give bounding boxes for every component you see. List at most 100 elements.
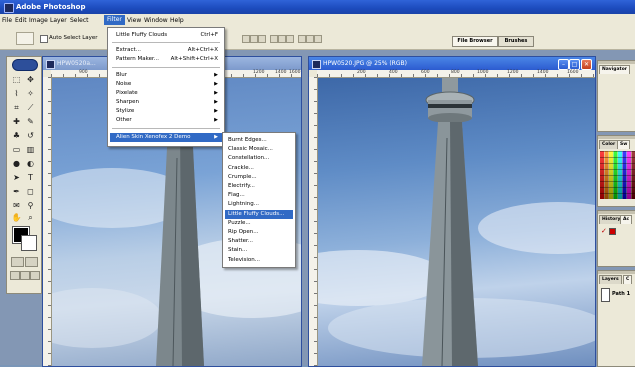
tab-actions[interactable]: Ac [620, 215, 633, 224]
xenofex-menu-item[interactable]: Stain... [228, 246, 289, 255]
xenofex-menu-item[interactable]: Crumple... [228, 173, 289, 182]
menu-item-stylize[interactable]: Stylize ▶ [116, 107, 218, 116]
menu-image[interactable]: Image [29, 17, 48, 24]
xenofex-menu-item[interactable]: Lightning... [228, 200, 289, 209]
palette-titlebar[interactable] [598, 61, 635, 64]
auto-select-checkbox[interactable] [40, 35, 48, 43]
distribute-icon[interactable] [270, 35, 278, 43]
tab-swatches[interactable]: Sw [617, 140, 631, 149]
swatch-grid[interactable] [600, 151, 635, 199]
xenofex-menu-item[interactable]: Burnt Edges... [228, 136, 289, 145]
minimize-icon[interactable]: – [558, 59, 569, 70]
document-window-right[interactable]: HPW0520.JPG @ 25% (RGB) – □ ✕ 200 400 60… [308, 56, 596, 367]
palette-titlebar[interactable] [598, 211, 635, 214]
history-brush-icon[interactable]: ↺ [25, 131, 36, 141]
zoom-tool-icon[interactable]: ⌕ [25, 213, 36, 223]
align-icon[interactable] [250, 35, 258, 43]
xenofex-menu-item[interactable]: Rip Open... [228, 228, 289, 237]
gradient-tool-icon[interactable]: ▥ [25, 145, 36, 155]
shape-tool-icon[interactable]: ◻ [25, 187, 36, 197]
tool-preset-picker[interactable] [16, 32, 34, 45]
xenofex-menu-item[interactable]: Little Fluffy Clouds... [225, 209, 293, 219]
menu-select[interactable]: Select [70, 17, 89, 24]
screen-mode-icon[interactable] [10, 271, 20, 280]
xenofex-menu-item[interactable]: Television... [228, 256, 289, 265]
document-title-right[interactable]: HPW0520.JPG @ 25% (RGB) [309, 57, 595, 70]
menu-help[interactable]: Help [170, 17, 184, 24]
marquee-tool-icon[interactable]: ⬚ [11, 75, 22, 85]
magic-wand-icon[interactable]: ✧ [25, 89, 36, 99]
clone-stamp-icon[interactable]: ♣ [11, 131, 22, 141]
distribute-icon[interactable] [314, 35, 322, 43]
menu-item-pixelate[interactable]: Pixelate ▶ [116, 89, 218, 98]
distribute-icon[interactable] [298, 35, 306, 43]
xenofex-menu-item[interactable]: Electrify... [228, 182, 289, 191]
distribute-icon[interactable] [306, 35, 314, 43]
menu-item-sharpen[interactable]: Sharpen ▶ [116, 98, 218, 107]
dodge-tool-icon[interactable]: ◐ [25, 159, 36, 169]
standard-mode-icon[interactable] [11, 257, 24, 267]
menu-item-noise[interactable]: Noise ▶ [116, 80, 218, 89]
distribute-icon[interactable] [286, 35, 294, 43]
menu-window[interactable]: Window [144, 17, 168, 24]
eyedropper-icon[interactable]: ⚲ [25, 201, 36, 211]
path-selection-icon[interactable]: ➤ [11, 173, 22, 183]
xenofex-menu-item[interactable]: Shatter... [228, 237, 289, 246]
blur-tool-icon[interactable]: ● [11, 159, 22, 169]
checkmark-icon[interactable]: ✓ [601, 227, 607, 235]
menu-item-xenofex[interactable]: Alien Skin Xenofex 2 Demo ▶ [110, 133, 222, 142]
menu-item-blur[interactable]: Blur ▶ [116, 71, 218, 80]
palette-titlebar[interactable] [598, 271, 635, 274]
menu-item-last-filter[interactable]: Little Fluffy Clouds Ctrl+F [116, 31, 218, 40]
file-browser-tab[interactable]: File Browser [452, 36, 498, 47]
palette-titlebar[interactable] [598, 136, 635, 139]
xenofex-menu-item[interactable]: Crackle... [228, 164, 289, 173]
align-icon[interactable] [242, 35, 250, 43]
move-tool-icon[interactable]: ✥ [25, 75, 36, 85]
tab-layers[interactable]: Layers [599, 275, 622, 284]
xenofex-menu-item[interactable]: Classic Mosaic... [228, 145, 289, 154]
align-icon[interactable] [258, 35, 266, 43]
screen-mode-icon[interactable] [30, 271, 40, 280]
layers-palette[interactable]: Layers C Path 1 [597, 270, 635, 367]
adobe-eye-logo[interactable] [12, 59, 38, 71]
menu-edit[interactable]: Edit [15, 17, 27, 24]
brush-tool-icon[interactable]: ✎ [25, 117, 36, 127]
hand-tool-icon[interactable]: ✋ [11, 213, 22, 223]
quick-mask-icon[interactable] [25, 257, 38, 267]
xenofex-menu-item[interactable]: Puzzle... [228, 219, 289, 228]
tab-navigator[interactable]: Navigator [599, 65, 630, 74]
tab-channels-paths[interactable]: C [623, 275, 633, 284]
xenofex-menu-item[interactable]: Constellation... [228, 154, 289, 163]
color-swatches-palette[interactable]: Color Sw [597, 135, 635, 207]
dialog-toggle-icon[interactable] [609, 228, 616, 235]
crop-tool-icon[interactable]: ⌗ [11, 103, 22, 113]
eraser-tool-icon[interactable]: ▭ [11, 145, 22, 155]
tab-color[interactable]: Color [599, 140, 619, 149]
distribute-icon[interactable] [278, 35, 286, 43]
menu-item-extract[interactable]: Extract... Alt+Ctrl+X [116, 46, 218, 55]
menu-file[interactable]: File [2, 17, 12, 24]
healing-brush-icon[interactable]: ✚ [11, 117, 22, 127]
xenofex-menu-item[interactable]: Flag... [228, 191, 289, 200]
close-icon[interactable]: ✕ [581, 59, 592, 70]
maximize-icon[interactable]: □ [569, 59, 580, 70]
menu-item-other[interactable]: Other ▶ [116, 116, 218, 125]
type-tool-icon[interactable]: T [25, 173, 36, 183]
history-actions-palette[interactable]: History Ac ✓ [597, 210, 635, 267]
screen-mode-icon[interactable] [20, 271, 30, 280]
lasso-tool-icon[interactable]: ⌇ [11, 89, 22, 99]
slice-tool-icon[interactable]: ⟋ [25, 103, 36, 113]
pen-tool-icon[interactable]: ✒ [11, 187, 22, 197]
background-color-swatch[interactable] [21, 235, 37, 251]
menu-view[interactable]: View [127, 17, 141, 24]
menu-filter[interactable]: Filter [104, 15, 125, 25]
menu-item-label: Little Fluffy Clouds [116, 32, 168, 38]
image-canvas-right[interactable] [318, 78, 595, 366]
notes-tool-icon[interactable]: ✉ [11, 201, 22, 211]
brushes-tab[interactable]: Brushes [498, 36, 534, 47]
menu-item-pattern-maker[interactable]: Pattern Maker... Alt+Shift+Ctrl+X [116, 55, 218, 64]
path-item-label[interactable]: Path 1 [612, 291, 630, 297]
menu-layer[interactable]: Layer [50, 17, 67, 24]
navigator-palette[interactable]: Navigator [597, 60, 635, 132]
